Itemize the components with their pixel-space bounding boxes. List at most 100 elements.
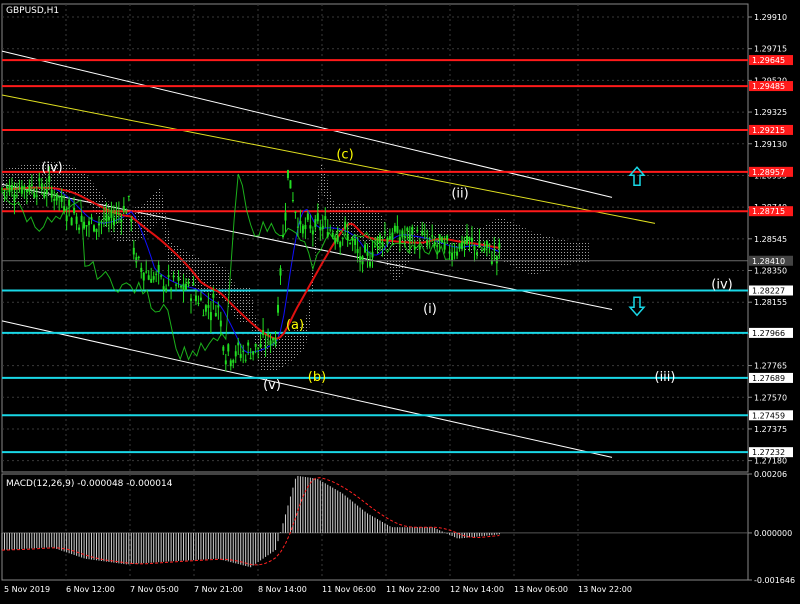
candle-body xyxy=(120,219,123,222)
candle-body xyxy=(18,188,21,190)
candle-body xyxy=(137,256,140,258)
trading-chart[interactable]: 1.299101.297151.295201.293251.291301.289… xyxy=(0,0,800,600)
candle-body xyxy=(30,184,33,186)
candle-body xyxy=(224,360,227,365)
time-axis-label: 6 Nov 12:00 xyxy=(66,585,115,594)
wave-label: (ii) xyxy=(451,186,468,201)
time-axis-label: 11 Nov 06:00 xyxy=(322,585,376,594)
candle-body xyxy=(299,221,302,225)
candle-body xyxy=(289,180,292,189)
price-axis-tick-label: 1.28545 xyxy=(754,235,787,244)
candle-body xyxy=(35,195,38,197)
candle-body xyxy=(25,189,28,193)
price-axis-tick-label: 1.27180 xyxy=(754,457,787,466)
candle-body xyxy=(75,216,78,224)
candle-body xyxy=(277,304,280,313)
candle-body xyxy=(3,190,6,192)
candle-body xyxy=(100,221,103,223)
candle-body xyxy=(167,275,170,278)
candle-body xyxy=(117,212,120,214)
candle-body xyxy=(70,217,73,226)
candle-body xyxy=(172,275,175,278)
candle-body xyxy=(122,205,125,212)
candle-body xyxy=(102,218,105,220)
macd-label: MACD(12,26,9) -0.000048 -0.000014 xyxy=(6,479,173,489)
time-axis-label: 7 Nov 21:00 xyxy=(194,585,243,594)
candle-body xyxy=(107,217,110,221)
candle-body xyxy=(85,225,88,227)
candle-body xyxy=(354,238,357,245)
candle-body xyxy=(371,251,374,258)
time-axis-label: 11 Nov 22:00 xyxy=(386,585,440,594)
candle-body xyxy=(286,169,289,178)
candle-body xyxy=(448,251,451,254)
candle-body xyxy=(436,245,439,247)
candle-body xyxy=(110,209,113,218)
wave-label: (a) xyxy=(286,318,304,333)
candle-body xyxy=(423,233,426,235)
candle-body xyxy=(135,257,138,263)
macd-axis-tick-label: 0.000000 xyxy=(754,529,792,538)
candle-body xyxy=(316,213,319,222)
candle-body xyxy=(155,273,158,275)
candle-body xyxy=(311,230,314,235)
candle-body xyxy=(20,185,23,194)
candle-body xyxy=(252,351,255,355)
candle-body xyxy=(217,305,220,308)
candle-body xyxy=(284,212,287,221)
price-axis-tick-label: 1.27765 xyxy=(754,362,787,371)
price-axis-tick-label: 1.28350 xyxy=(754,267,787,276)
candle-body xyxy=(443,241,446,250)
candle-body xyxy=(10,184,13,191)
candle-body xyxy=(97,223,100,226)
candle-body xyxy=(13,194,16,202)
candle-body xyxy=(418,246,421,250)
candle-body xyxy=(142,272,145,281)
candle-body xyxy=(127,195,130,197)
candle-body xyxy=(202,315,205,317)
candle-body xyxy=(403,236,406,238)
candle-body xyxy=(185,283,188,290)
support-level-label: 1.27689 xyxy=(752,374,785,383)
candle-body xyxy=(426,240,429,246)
candle-body xyxy=(388,236,391,240)
candle-body xyxy=(291,200,294,202)
price-axis-tick-label: 1.29715 xyxy=(754,45,787,54)
price-axis-tick-label: 1.29325 xyxy=(754,108,787,117)
candle-body xyxy=(428,237,431,239)
candle-body xyxy=(160,275,163,277)
candle-body xyxy=(234,351,237,357)
candle-body xyxy=(147,275,150,280)
candle-body xyxy=(177,276,180,281)
candle-body xyxy=(65,215,68,222)
price-axis-tick-label: 1.29910 xyxy=(754,13,787,22)
candle-body xyxy=(237,342,240,346)
candle-body xyxy=(463,240,466,244)
candle-body xyxy=(344,221,347,230)
candle-body xyxy=(396,225,399,233)
time-axis-label: 12 Nov 14:00 xyxy=(450,585,504,594)
candle-body xyxy=(232,360,235,363)
candle-body xyxy=(50,189,53,198)
candle-body xyxy=(470,238,473,242)
candle-body xyxy=(152,276,155,280)
candle-body xyxy=(262,330,265,335)
candle-body xyxy=(15,195,18,197)
time-axis-label: 7 Nov 05:00 xyxy=(130,585,179,594)
current-price-label: 1.28410 xyxy=(752,257,785,266)
candle-body xyxy=(421,230,424,235)
candle-body xyxy=(207,305,210,308)
candle-body xyxy=(227,344,230,352)
candle-body xyxy=(150,278,153,283)
candle-body xyxy=(441,237,444,243)
candle-body xyxy=(451,252,454,261)
candle-body xyxy=(468,237,471,241)
candle-body xyxy=(458,243,461,249)
candle-body xyxy=(279,268,282,276)
candle-body xyxy=(40,183,43,190)
price-axis-tick-label: 1.27570 xyxy=(754,393,787,402)
candle-body xyxy=(453,251,456,253)
wave-label: (iv) xyxy=(41,160,62,175)
wave-label: (iii) xyxy=(655,370,676,385)
chart-svg[interactable]: 1.299101.297151.295201.293251.291301.289… xyxy=(0,0,800,600)
